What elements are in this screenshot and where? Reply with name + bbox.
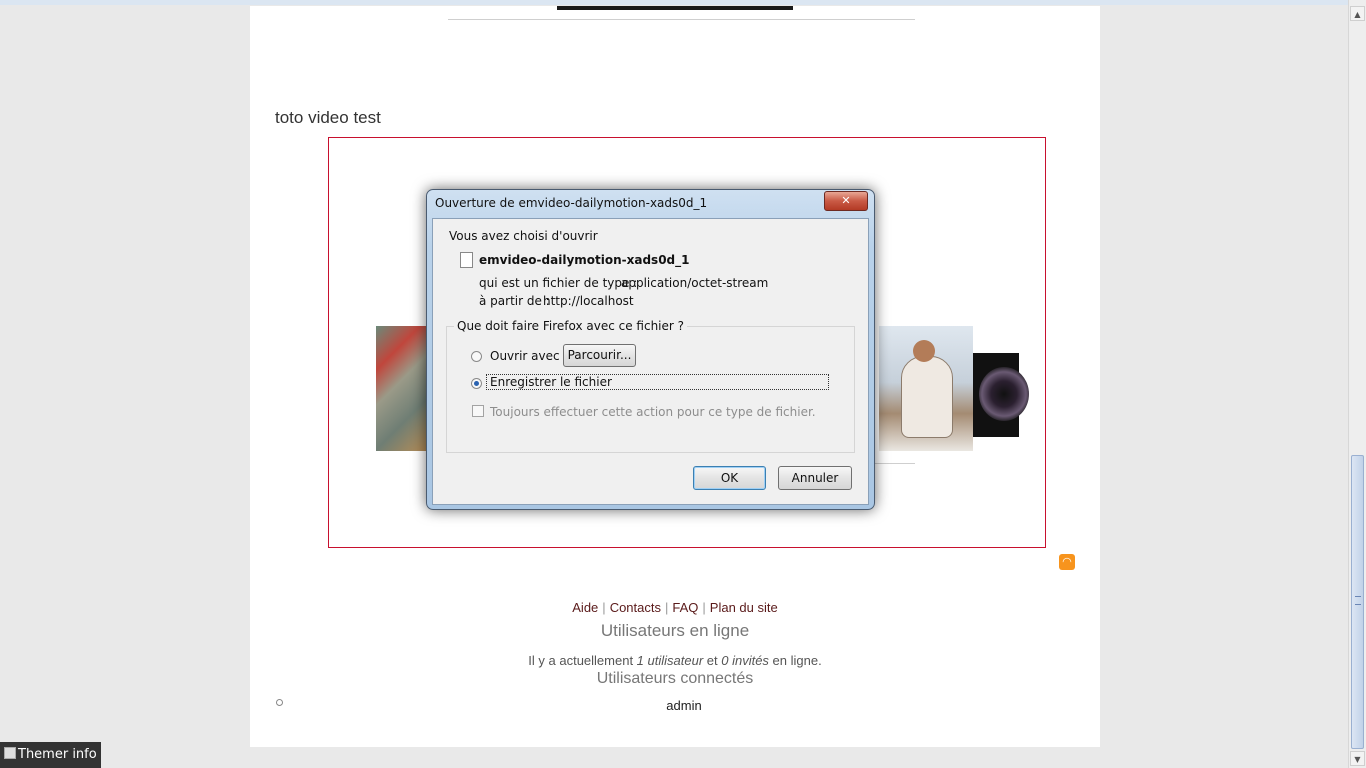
always-do-this-checkbox — [472, 405, 484, 417]
browser-top-edge — [0, 0, 1349, 5]
footer-link-aide[interactable]: Aide — [572, 600, 598, 615]
file-icon — [460, 252, 473, 268]
dialog-title: Ouverture de emvideo-dailymotion-xads0d_… — [435, 196, 708, 210]
dark-orb — [979, 367, 1029, 421]
from-value: http://localhost — [543, 294, 634, 308]
open-with-radio[interactable] — [471, 351, 482, 362]
themer-info-toggle[interactable]: Themer info — [0, 742, 101, 768]
online-users-title: Utilisateurs en ligne — [600, 621, 750, 640]
type-label: qui est un fichier de type : — [479, 276, 638, 290]
dialog-body: Vous avez choisi d'ouvrir emvideo-dailym… — [432, 218, 869, 505]
scroll-down-icon[interactable]: ▼ — [1350, 751, 1365, 766]
previous-video-thumbnail[interactable] — [557, 6, 793, 10]
video-thumbnail-fighter[interactable] — [879, 326, 973, 451]
ok-button[interactable]: OK — [693, 466, 766, 490]
file-name: emvideo-dailymotion-xads0d_1 — [479, 253, 690, 267]
type-value: application/octet-stream — [621, 276, 769, 290]
scroll-up-icon[interactable]: ▲ — [1350, 6, 1365, 21]
video-thumbnail-dark[interactable] — [973, 353, 1029, 437]
save-file-label[interactable]: Enregistrer le fichier — [486, 374, 829, 390]
rss-icon[interactable]: ◠ — [1059, 554, 1075, 570]
save-file-radio[interactable] — [471, 378, 482, 389]
online-users-text: Il y a actuellement 1 utilisateur et 0 i… — [528, 653, 822, 668]
divider — [448, 19, 915, 20]
footer-link-plan-du-site[interactable]: Plan du site — [710, 600, 778, 615]
divider — [869, 463, 915, 464]
fighter-head — [913, 340, 935, 362]
from-label: à partir de : — [479, 294, 550, 308]
browse-button[interactable]: Parcourir... — [563, 344, 636, 367]
checkbox-icon[interactable] — [4, 747, 16, 759]
video-thumbnail-left[interactable] — [376, 326, 428, 451]
always-do-this-label: Toujours effectuer cette action pour ce … — [490, 405, 816, 419]
node-title[interactable]: toto video test — [275, 108, 381, 128]
grip-icon — [1355, 596, 1361, 605]
action-question: Que doit faire Firefox avec ce fichier ? — [454, 319, 688, 333]
action-group: Que doit faire Firefox avec ce fichier ?… — [446, 319, 855, 453]
vertical-scrollbar[interactable]: ▲ ▼ — [1348, 0, 1366, 768]
scrollbar-thumb[interactable] — [1351, 455, 1364, 749]
close-icon[interactable]: ✕ — [824, 191, 868, 211]
connected-user-link[interactable]: admin — [250, 698, 1118, 713]
footer-link-contacts[interactable]: Contacts — [610, 600, 661, 615]
connected-users-title: Utilisateurs connectés — [596, 670, 754, 687]
chosen-label: Vous avez choisi d'ouvrir — [449, 229, 598, 243]
fighter-figure — [901, 356, 953, 438]
themer-info-label: Themer info — [18, 747, 97, 762]
cancel-button[interactable]: Annuler — [778, 466, 852, 490]
open-with-label[interactable]: Ouvrir avec — [490, 349, 560, 363]
footer-link-faq[interactable]: FAQ — [672, 600, 698, 615]
download-dialog: Ouverture de emvideo-dailymotion-xads0d_… — [426, 189, 875, 510]
footer-links: Aide | Contacts | FAQ | Plan du site — [572, 600, 778, 615]
